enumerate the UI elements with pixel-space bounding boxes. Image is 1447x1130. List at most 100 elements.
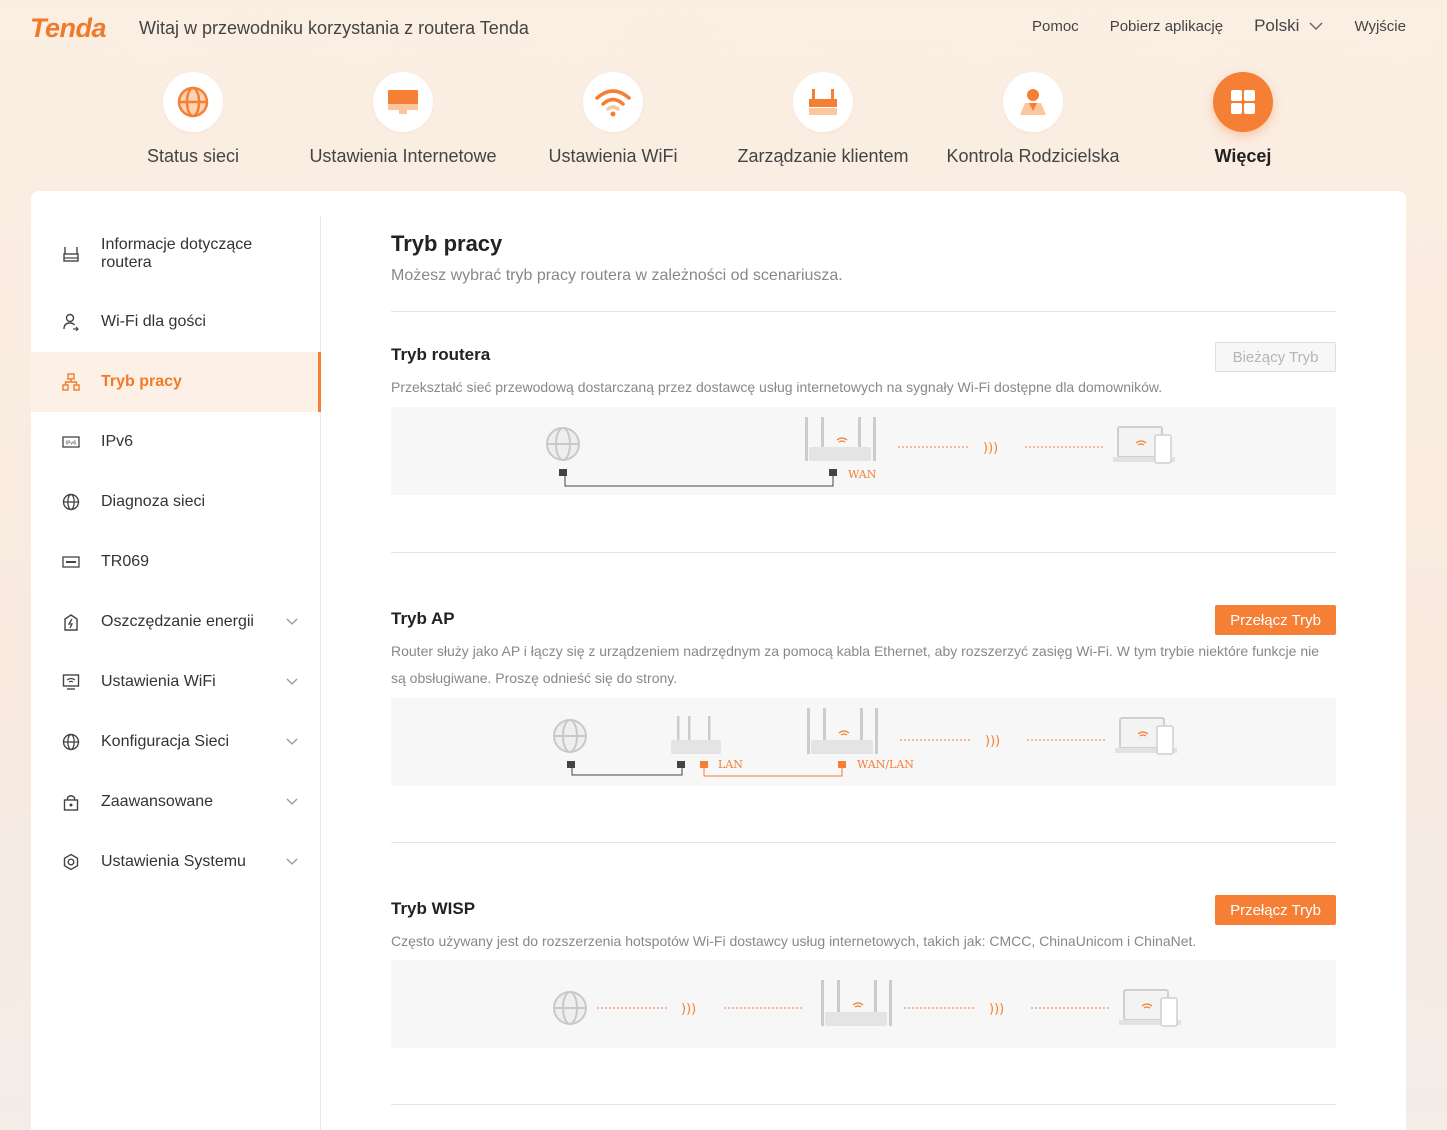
wifi-icon bbox=[583, 72, 643, 132]
globe-icon bbox=[62, 493, 80, 511]
nav-label: Ustawienia WiFi bbox=[548, 146, 678, 166]
language-label: Polski bbox=[1254, 16, 1300, 35]
sidebar-item-label: Ustawienia Systemu bbox=[101, 853, 246, 870]
page-subtitle: Możesz wybrać tryb pracy routera w zależ… bbox=[391, 267, 843, 284]
divider bbox=[391, 1104, 1336, 1105]
chevron-down-icon[interactable] bbox=[286, 618, 298, 626]
chevron-down-icon bbox=[1309, 22, 1323, 30]
sidebar-item-diagnostics[interactable]: Diagnoza sieci bbox=[31, 472, 320, 532]
gear-icon bbox=[62, 853, 80, 871]
chevron-down-icon[interactable] bbox=[286, 738, 298, 746]
sidebar-item-label: Konfiguracja Sieci bbox=[101, 733, 230, 750]
guest-icon bbox=[62, 313, 80, 331]
router-info-icon bbox=[62, 245, 80, 263]
chevron-down-icon[interactable] bbox=[286, 858, 298, 866]
internet-globe-icon bbox=[546, 427, 580, 461]
energy-icon bbox=[62, 613, 80, 631]
globe-icon bbox=[62, 733, 80, 751]
nav-ustawienia-wifi[interactable]: Ustawienia WiFi bbox=[498, 72, 728, 167]
internet-globe-icon bbox=[553, 719, 587, 753]
globe-icon bbox=[163, 72, 223, 132]
parent-icon bbox=[1003, 72, 1063, 132]
header: Tenda Witaj w przewodniku korzystania z … bbox=[0, 0, 1447, 60]
sidebar-item-system-settings[interactable]: Ustawienia Systemu bbox=[31, 832, 320, 892]
port-label-wan-lan: WAN/LAN bbox=[857, 758, 914, 771]
content-card: Informacje dotyczące routera Wi-Fi dla g… bbox=[31, 191, 1406, 1130]
nav-kontrola-rodzicielska[interactable]: Kontrola Rodzicielska bbox=[918, 72, 1148, 167]
sidebar-item-wifi-settings[interactable]: Ustawienia WiFi bbox=[31, 652, 320, 712]
divider bbox=[391, 311, 1336, 312]
nav-label: Zarządzanie klientem bbox=[737, 146, 909, 166]
page-title: Tryb pracy bbox=[391, 231, 503, 256]
sidebar-item-network-config[interactable]: Konfiguracja Sieci bbox=[31, 712, 320, 772]
ap-mode-diagram: LAN WAN/LAN ))) bbox=[391, 698, 1336, 786]
sidebar-item-label: Tryb pracy bbox=[101, 373, 182, 390]
download-app-link[interactable]: Pobierz aplikację bbox=[1110, 18, 1223, 35]
port-label-wan: WAN bbox=[848, 468, 877, 481]
nav-label: Więcej bbox=[1214, 146, 1272, 166]
wisp-mode-diagram: ))) ))) bbox=[391, 960, 1336, 1048]
router-icon bbox=[807, 708, 878, 754]
mode-title-router: Tryb routera bbox=[391, 345, 491, 364]
svg-text:))): ))) bbox=[681, 1002, 696, 1017]
sidebar-item-label: Ustawienia WiFi bbox=[101, 673, 216, 690]
wifi-settings-icon bbox=[62, 673, 80, 691]
laptop-icon bbox=[1115, 717, 1177, 755]
svg-text:))): ))) bbox=[983, 441, 998, 456]
router-icon bbox=[821, 980, 892, 1026]
sidebar-item-label: Diagnoza sieci bbox=[101, 493, 206, 510]
logout-link[interactable]: Wyjście bbox=[1354, 18, 1406, 35]
router-mode-diagram: WAN ))) bbox=[391, 407, 1336, 495]
tr069-icon bbox=[62, 553, 80, 571]
sidebar-item-label: Zaawansowane bbox=[101, 793, 214, 810]
sidebar-item-energy-saving[interactable]: Oszczędzanie energii bbox=[31, 592, 320, 652]
nav-ustawienia-internetowe[interactable]: Ustawienia Internetowe bbox=[288, 72, 518, 167]
chevron-down-icon[interactable] bbox=[286, 798, 298, 806]
mode-icon bbox=[62, 373, 80, 391]
monitor-icon bbox=[373, 72, 433, 132]
current-mode-button[interactable]: Bieżący Tryb bbox=[1215, 342, 1336, 372]
top-links: Pomoc Pobierz aplikację Polski Wyjście bbox=[1001, 16, 1406, 36]
sidebar-item-work-mode[interactable]: Tryb pracy bbox=[31, 352, 321, 412]
nav-label: Ustawienia Internetowe bbox=[309, 146, 497, 166]
language-select[interactable]: Polski bbox=[1254, 16, 1323, 36]
welcome-text: Witaj w przewodniku korzystania z router… bbox=[139, 18, 529, 38]
sidebar-item-tr069[interactable]: TR069 bbox=[31, 532, 320, 592]
nav-status-sieci[interactable]: Status sieci bbox=[78, 72, 308, 167]
nav-zarzadzanie-klientem[interactable]: Zarządzanie klientem bbox=[708, 72, 938, 167]
laptop-icon bbox=[1119, 989, 1181, 1027]
sidebar: Informacje dotyczące routera Wi-Fi dla g… bbox=[31, 216, 321, 1130]
chevron-down-icon[interactable] bbox=[286, 678, 298, 686]
divider bbox=[391, 552, 1336, 553]
router-icon bbox=[793, 72, 853, 132]
sidebar-item-guest-wifi[interactable]: Wi-Fi dla gości bbox=[31, 292, 320, 352]
mode-title-ap: Tryb AP bbox=[391, 609, 455, 628]
sidebar-item-router-info[interactable]: Informacje dotyczące routera bbox=[31, 216, 320, 292]
tenda-logo[interactable]: Tenda bbox=[30, 13, 107, 44]
grid-icon bbox=[1213, 72, 1273, 132]
main-nav: Status sieci Ustawienia Internetowe Usta… bbox=[0, 72, 1447, 182]
svg-text:))): ))) bbox=[989, 1002, 1004, 1017]
mode-description-router: Przekształć sieć przewodową dostarczaną … bbox=[391, 379, 1163, 395]
svg-text:IPv6: IPv6 bbox=[66, 441, 77, 447]
sidebar-item-label: IPv6 bbox=[101, 433, 134, 450]
sidebar-item-advanced[interactable]: Zaawansowane bbox=[31, 772, 320, 832]
laptop-icon bbox=[1113, 426, 1175, 464]
svg-text:))): ))) bbox=[985, 734, 1000, 749]
help-link[interactable]: Pomoc bbox=[1032, 18, 1079, 35]
internet-globe-icon bbox=[553, 991, 587, 1025]
sidebar-item-label: Informacje dotyczące routera bbox=[101, 236, 253, 271]
sidebar-item-ipv6[interactable]: IPv6 IPv6 bbox=[31, 412, 320, 472]
nav-wiecej[interactable]: Więcej bbox=[1128, 72, 1358, 167]
nav-label: Kontrola Rodzicielska bbox=[946, 146, 1120, 166]
mode-title-wisp: Tryb WISP bbox=[391, 899, 476, 918]
sidebar-item-label: TR069 bbox=[101, 553, 150, 570]
divider bbox=[391, 842, 1336, 843]
ipv6-icon: IPv6 bbox=[62, 433, 80, 451]
switch-mode-button-wisp[interactable]: Przełącz Tryb bbox=[1215, 895, 1336, 925]
lock-icon bbox=[62, 793, 80, 811]
upstream-router-icon bbox=[671, 716, 721, 754]
sidebar-item-label: Oszczędzanie energii bbox=[101, 613, 254, 630]
switch-mode-button-ap[interactable]: Przełącz Tryb bbox=[1215, 605, 1336, 635]
router-icon bbox=[805, 417, 876, 461]
